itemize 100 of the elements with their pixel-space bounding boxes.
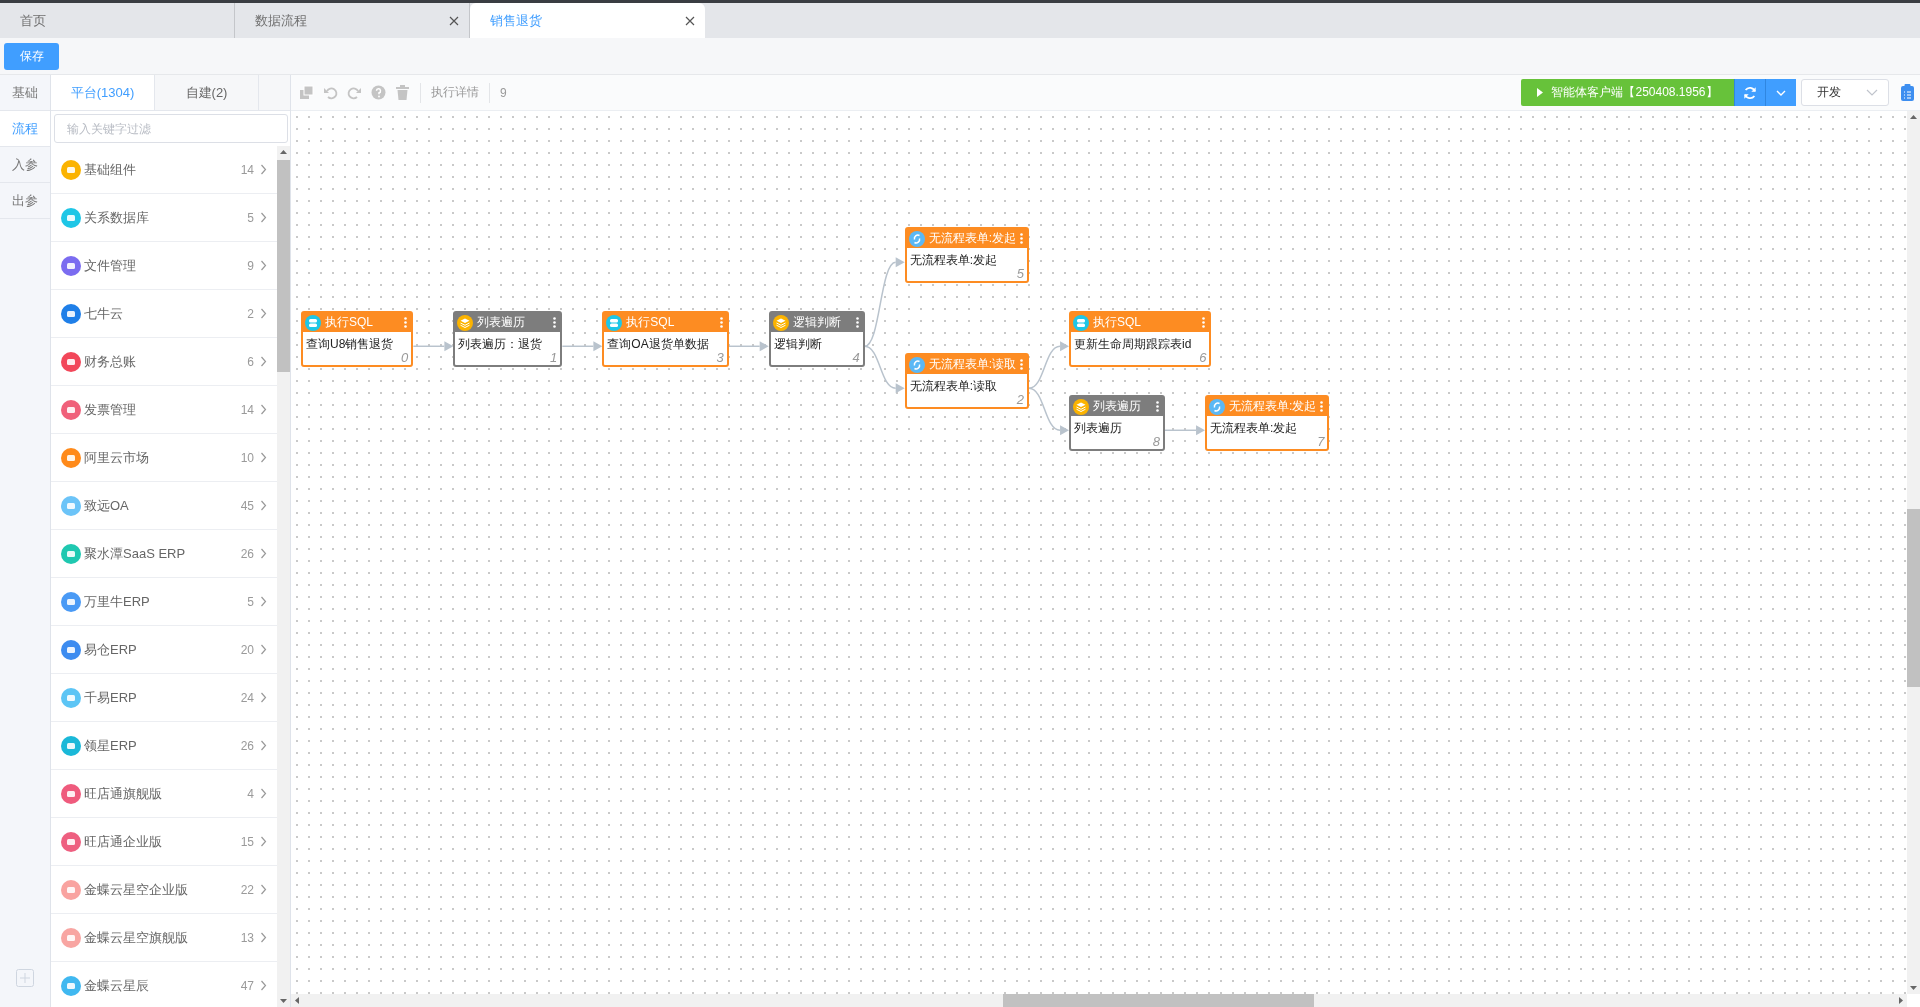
node-label: 查询U8销售退货 <box>306 337 394 351</box>
more-icon[interactable] <box>1156 401 1160 412</box>
node-title: 列表遍历 <box>477 314 527 331</box>
node-title: 无流程表单:发起 <box>1229 398 1317 415</box>
node-label: 无流程表单:发起 <box>1210 421 1298 435</box>
category-label: 万里牛ERP <box>84 592 151 611</box>
count-text: 26 <box>240 546 254 561</box>
flow-node[interactable]: 无流程表单:读取 无流程表单:读取 2 <box>904 353 1030 409</box>
add-icon[interactable] <box>16 969 34 987</box>
category-item[interactable]: 致远OA 45 <box>51 482 277 530</box>
category-item[interactable]: 千易ERP 24 <box>51 674 277 722</box>
flow-node[interactable]: 列表遍历 列表遍历 8 <box>1069 395 1166 451</box>
category-icon <box>61 831 81 852</box>
category-label: 旺店通旗舰版 <box>84 784 163 803</box>
side-tab[interactable]: 入参 <box>0 147 50 183</box>
category-item[interactable]: 基础组件 14 <box>51 146 277 194</box>
more-icon[interactable] <box>1020 359 1024 370</box>
chevron-right-icon <box>260 980 267 991</box>
scroll-right-icon[interactable] <box>1899 997 1903 1004</box>
scroll-down-icon[interactable] <box>1910 986 1917 990</box>
dropdown-button[interactable] <box>1765 79 1796 106</box>
chevron-right-icon <box>260 788 267 799</box>
redo-icon[interactable] <box>347 85 362 100</box>
scroll-down-icon[interactable] <box>280 999 287 1003</box>
node-title: 执行SQL <box>325 314 374 331</box>
undo-icon[interactable] <box>323 85 338 100</box>
category-item[interactable]: 领星ERP 26 <box>51 722 277 770</box>
close-icon[interactable] <box>685 15 695 26</box>
chevron-right-icon <box>260 212 267 223</box>
scrollbar-thumb[interactable] <box>1907 509 1920 687</box>
flow-node[interactable]: 执行SQL 查询OA退货单数据 3 <box>602 311 729 367</box>
refresh-icon <box>1743 85 1757 100</box>
category-item[interactable]: 财务总账 6 <box>51 338 277 386</box>
scroll-left-icon[interactable] <box>295 997 299 1004</box>
node-title: 执行SQL <box>1093 314 1143 331</box>
flow-node[interactable]: 执行SQL 查询U8销售退货 0 <box>301 311 414 367</box>
category-icon <box>61 255 81 276</box>
category-item[interactable]: 聚水潭SaaS ERP 26 <box>51 530 277 578</box>
chevron-right-icon <box>260 404 267 415</box>
count-text: 4 <box>247 786 254 801</box>
flow-node[interactable]: 逻辑判断 逻辑判断 4 <box>768 311 865 367</box>
count-text: 47 <box>240 978 254 993</box>
chevron-right-icon <box>260 692 267 703</box>
node-label: 无流程表单:读取 <box>909 379 998 393</box>
category-icon <box>61 351 81 372</box>
category-item[interactable]: 发票管理 14 <box>51 386 277 434</box>
delete-icon[interactable] <box>395 85 410 100</box>
count-text: 15 <box>240 834 254 849</box>
help-icon[interactable] <box>371 85 386 100</box>
scrollbar-thumb[interactable] <box>277 160 290 372</box>
node-title: 无流程表单:发起 <box>928 230 1017 247</box>
more-icon[interactable] <box>1320 401 1324 412</box>
more-icon[interactable] <box>855 317 859 328</box>
count-text: 13 <box>240 930 254 945</box>
category-label: 金蝶云星辰 <box>84 976 150 995</box>
database-icon <box>1073 314 1090 331</box>
category-item[interactable]: 金蝶云星空旗舰版 13 <box>51 914 277 962</box>
search-field[interactable]: 输入关键字过滤 <box>54 114 288 143</box>
count-text: 22 <box>240 882 254 897</box>
side-tab[interactable]: 出参 <box>0 183 50 219</box>
refresh-button[interactable] <box>1734 79 1765 106</box>
category-item[interactable]: 文件管理 9 <box>51 242 277 290</box>
category-icon <box>61 927 81 948</box>
category-item[interactable]: 七牛云 2 <box>51 290 277 338</box>
category-item[interactable]: 关系数据库 5 <box>51 194 277 242</box>
more-icon[interactable] <box>719 317 723 328</box>
node-number: 4 <box>852 351 860 365</box>
chevron-right-icon <box>260 548 267 559</box>
category-item[interactable]: 旺店通企业版 15 <box>51 818 277 866</box>
flow-node[interactable]: 执行SQL 更新生命周期跟踪表id 6 <box>1069 311 1212 367</box>
category-item[interactable]: 阿里云市场 10 <box>51 434 277 482</box>
scroll-up-icon[interactable] <box>280 150 287 154</box>
close-icon[interactable] <box>449 15 459 26</box>
chevron-right-icon <box>260 884 267 895</box>
scroll-up-icon[interactable] <box>1910 115 1917 119</box>
category-item[interactable]: 旺店通旗舰版 4 <box>51 770 277 818</box>
more-icon[interactable] <box>404 317 408 328</box>
more-icon[interactable] <box>1202 317 1206 328</box>
category-item[interactable]: 易仓ERP 20 <box>51 626 277 674</box>
more-icon[interactable] <box>1020 233 1024 244</box>
category-label: 致远OA <box>84 496 130 515</box>
count-text: 6 <box>247 354 254 369</box>
category-label: 金蝶云星空旗舰版 <box>84 928 189 947</box>
flow-node[interactable]: 列表遍历 列表遍历：退货 1 <box>453 311 563 367</box>
chevron-right-icon <box>260 308 267 319</box>
flow-node[interactable]: 无流程表单:发起 无流程表单:发起 5 <box>904 227 1030 283</box>
flow-node[interactable]: 无流程表单:发起 无流程表单:发起 7 <box>1205 395 1330 451</box>
layers-icon <box>457 314 474 331</box>
tab[interactable]: 自建(2) <box>155 75 259 110</box>
clipboard-icon[interactable] <box>1901 84 1914 101</box>
environment-select[interactable]: 开发 <box>1801 79 1889 106</box>
count-text: 20 <box>240 642 254 657</box>
scrollbar-thumb[interactable] <box>1003 994 1314 1007</box>
count-text: 45 <box>240 498 254 513</box>
more-icon[interactable] <box>553 317 557 328</box>
count-text: 10 <box>240 450 254 465</box>
category-item[interactable]: 金蝶云星空企业版 22 <box>51 866 277 914</box>
copy-icon[interactable] <box>299 85 314 100</box>
node-title: 列表遍历 <box>1093 398 1143 415</box>
category-item[interactable]: 万里牛ERP 5 <box>51 578 277 626</box>
